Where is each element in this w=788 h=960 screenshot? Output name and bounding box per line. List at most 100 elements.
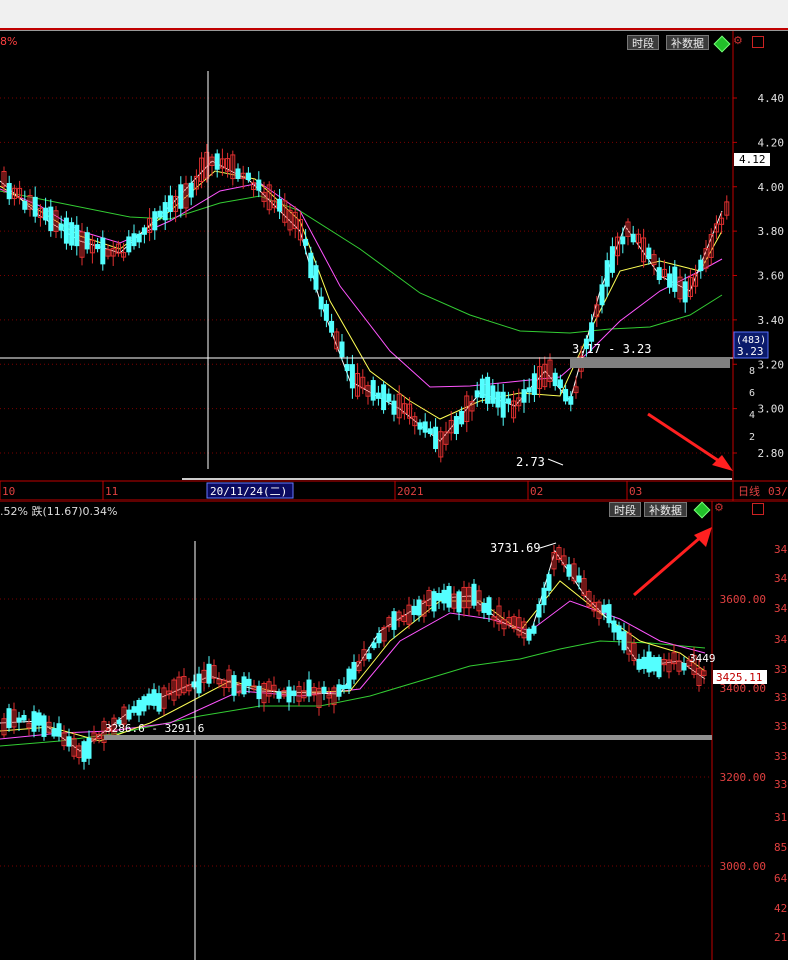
candle-body bbox=[63, 217, 69, 244]
lower-chart-panel[interactable]: 3600.00 3400.00 3200.00 3000.00 34 34 34 34 33 33… bbox=[0, 501, 788, 960]
candle-body bbox=[341, 684, 347, 690]
candle-body bbox=[376, 632, 382, 644]
candle-body bbox=[604, 260, 610, 287]
candle-body bbox=[609, 246, 615, 273]
candle-body bbox=[241, 676, 247, 695]
price-tick-label: 3.60 bbox=[758, 270, 785, 283]
candle-body bbox=[156, 693, 162, 712]
candle-body bbox=[411, 605, 417, 615]
candle-body bbox=[541, 587, 547, 606]
candle-body bbox=[698, 259, 704, 272]
annotation-arrowhead bbox=[694, 527, 712, 547]
candle-body bbox=[371, 642, 377, 649]
close-box-icon[interactable] bbox=[752, 36, 764, 48]
ma5-line bbox=[0, 549, 706, 752]
candle-body bbox=[313, 265, 319, 290]
timeframe-button[interactable]: 时段 bbox=[627, 35, 659, 50]
candle-body bbox=[505, 398, 511, 404]
candle-body bbox=[681, 662, 687, 671]
candle-body bbox=[620, 236, 626, 245]
candle-body bbox=[58, 223, 64, 231]
range-label: 3.17 - 3.23 bbox=[572, 342, 651, 356]
candle-body bbox=[235, 168, 241, 179]
last-price-tag: 4.12 bbox=[739, 153, 766, 166]
candle-body bbox=[646, 247, 652, 260]
candle-body bbox=[48, 206, 54, 232]
candle-body bbox=[81, 741, 87, 762]
date-highlight: 20/11/24(二) bbox=[210, 485, 287, 498]
stock-kline-chart[interactable]: 4.40 4.20 4.00 3.80 3.60 3.40 3.20 3.00 2.80 10 8 6… bbox=[0, 31, 788, 501]
last-price-tag: 3425.11 bbox=[716, 671, 762, 684]
candle-body bbox=[606, 604, 612, 624]
candle-body bbox=[329, 320, 335, 333]
title-bar-divider bbox=[0, 28, 788, 30]
candle-body bbox=[453, 416, 459, 435]
annotation-arrow bbox=[647, 412, 723, 465]
date-label: 2021 bbox=[397, 485, 424, 498]
cursor-tag-bottom: 3.23 bbox=[737, 345, 764, 358]
candle-body bbox=[486, 597, 492, 615]
timeframe-button[interactable]: 时段 bbox=[609, 502, 641, 517]
price-tick-label: 4.00 bbox=[758, 181, 785, 194]
candle-body bbox=[651, 657, 657, 672]
candle-body bbox=[621, 631, 627, 651]
candle-body bbox=[31, 711, 37, 732]
side-scale-label: 33 bbox=[774, 720, 787, 733]
price-tick-label: 3600.00 bbox=[720, 593, 766, 606]
candle-body bbox=[286, 686, 292, 703]
candle-body bbox=[490, 385, 496, 404]
candle-body bbox=[672, 266, 678, 292]
candle-body bbox=[69, 222, 75, 246]
side-scale-label: 33 bbox=[774, 778, 787, 791]
candle-body bbox=[43, 207, 49, 221]
candle-body bbox=[546, 574, 552, 591]
candle-body bbox=[162, 202, 168, 221]
candle-body bbox=[32, 196, 38, 217]
candle-body bbox=[308, 252, 314, 279]
gear-icon[interactable]: ⚙ bbox=[733, 34, 743, 47]
price-tick-label: 3.80 bbox=[758, 225, 785, 238]
candle-body bbox=[231, 675, 237, 696]
candle-body bbox=[616, 625, 622, 640]
price-tick-label: 3200.00 bbox=[720, 771, 766, 784]
side-scale-label: 64 bbox=[774, 872, 788, 885]
annotation-arrow bbox=[633, 534, 703, 597]
candle-body bbox=[86, 737, 92, 759]
volume-tick-label: 2 bbox=[749, 432, 755, 443]
supplement-data-button[interactable]: 补数据 bbox=[666, 35, 709, 50]
candle-body bbox=[557, 379, 563, 389]
candle-body bbox=[21, 714, 27, 721]
candle-body bbox=[474, 390, 480, 398]
price-tick-label: 3.40 bbox=[758, 314, 785, 327]
index-kline-chart[interactable]: 3600.003400.003200.003000.00343434343333… bbox=[0, 501, 788, 960]
upper-chart-panel[interactable]: 4.40 4.20 4.00 3.80 3.60 3.40 3.20 3.00 2.80 10 8 6… bbox=[0, 31, 788, 501]
candle-body bbox=[479, 378, 485, 399]
candle-body bbox=[100, 237, 106, 265]
side-scale-label: 33 bbox=[774, 750, 787, 763]
low-price-label: 2.73 bbox=[516, 455, 545, 469]
candle-body bbox=[386, 393, 392, 402]
date-label-clipped: 03/ bbox=[768, 485, 788, 498]
candle-body bbox=[151, 689, 157, 706]
candle-body bbox=[321, 686, 327, 694]
close-box-icon[interactable] bbox=[752, 503, 764, 515]
candle-body bbox=[495, 391, 501, 408]
side-scale-label: 34 bbox=[774, 572, 788, 585]
candle-body bbox=[157, 210, 163, 218]
gear-icon[interactable]: ⚙ bbox=[714, 501, 724, 514]
candle-body bbox=[141, 227, 147, 235]
candle-body bbox=[601, 604, 607, 613]
candle-body bbox=[303, 238, 309, 246]
candle-body bbox=[41, 715, 47, 737]
candle-body bbox=[336, 684, 342, 697]
candle-body bbox=[441, 589, 447, 604]
candle-body bbox=[471, 583, 477, 606]
candle-body bbox=[381, 384, 387, 411]
side-scale-label: 33 bbox=[774, 663, 787, 676]
ma-value-tag: 3449 bbox=[689, 652, 716, 665]
supplement-data-button[interactable]: 补数据 bbox=[644, 502, 687, 517]
side-scale-label: 31 bbox=[774, 811, 787, 824]
candle-body bbox=[323, 303, 329, 321]
date-label: 11 bbox=[105, 485, 118, 498]
candle-body bbox=[366, 653, 372, 660]
